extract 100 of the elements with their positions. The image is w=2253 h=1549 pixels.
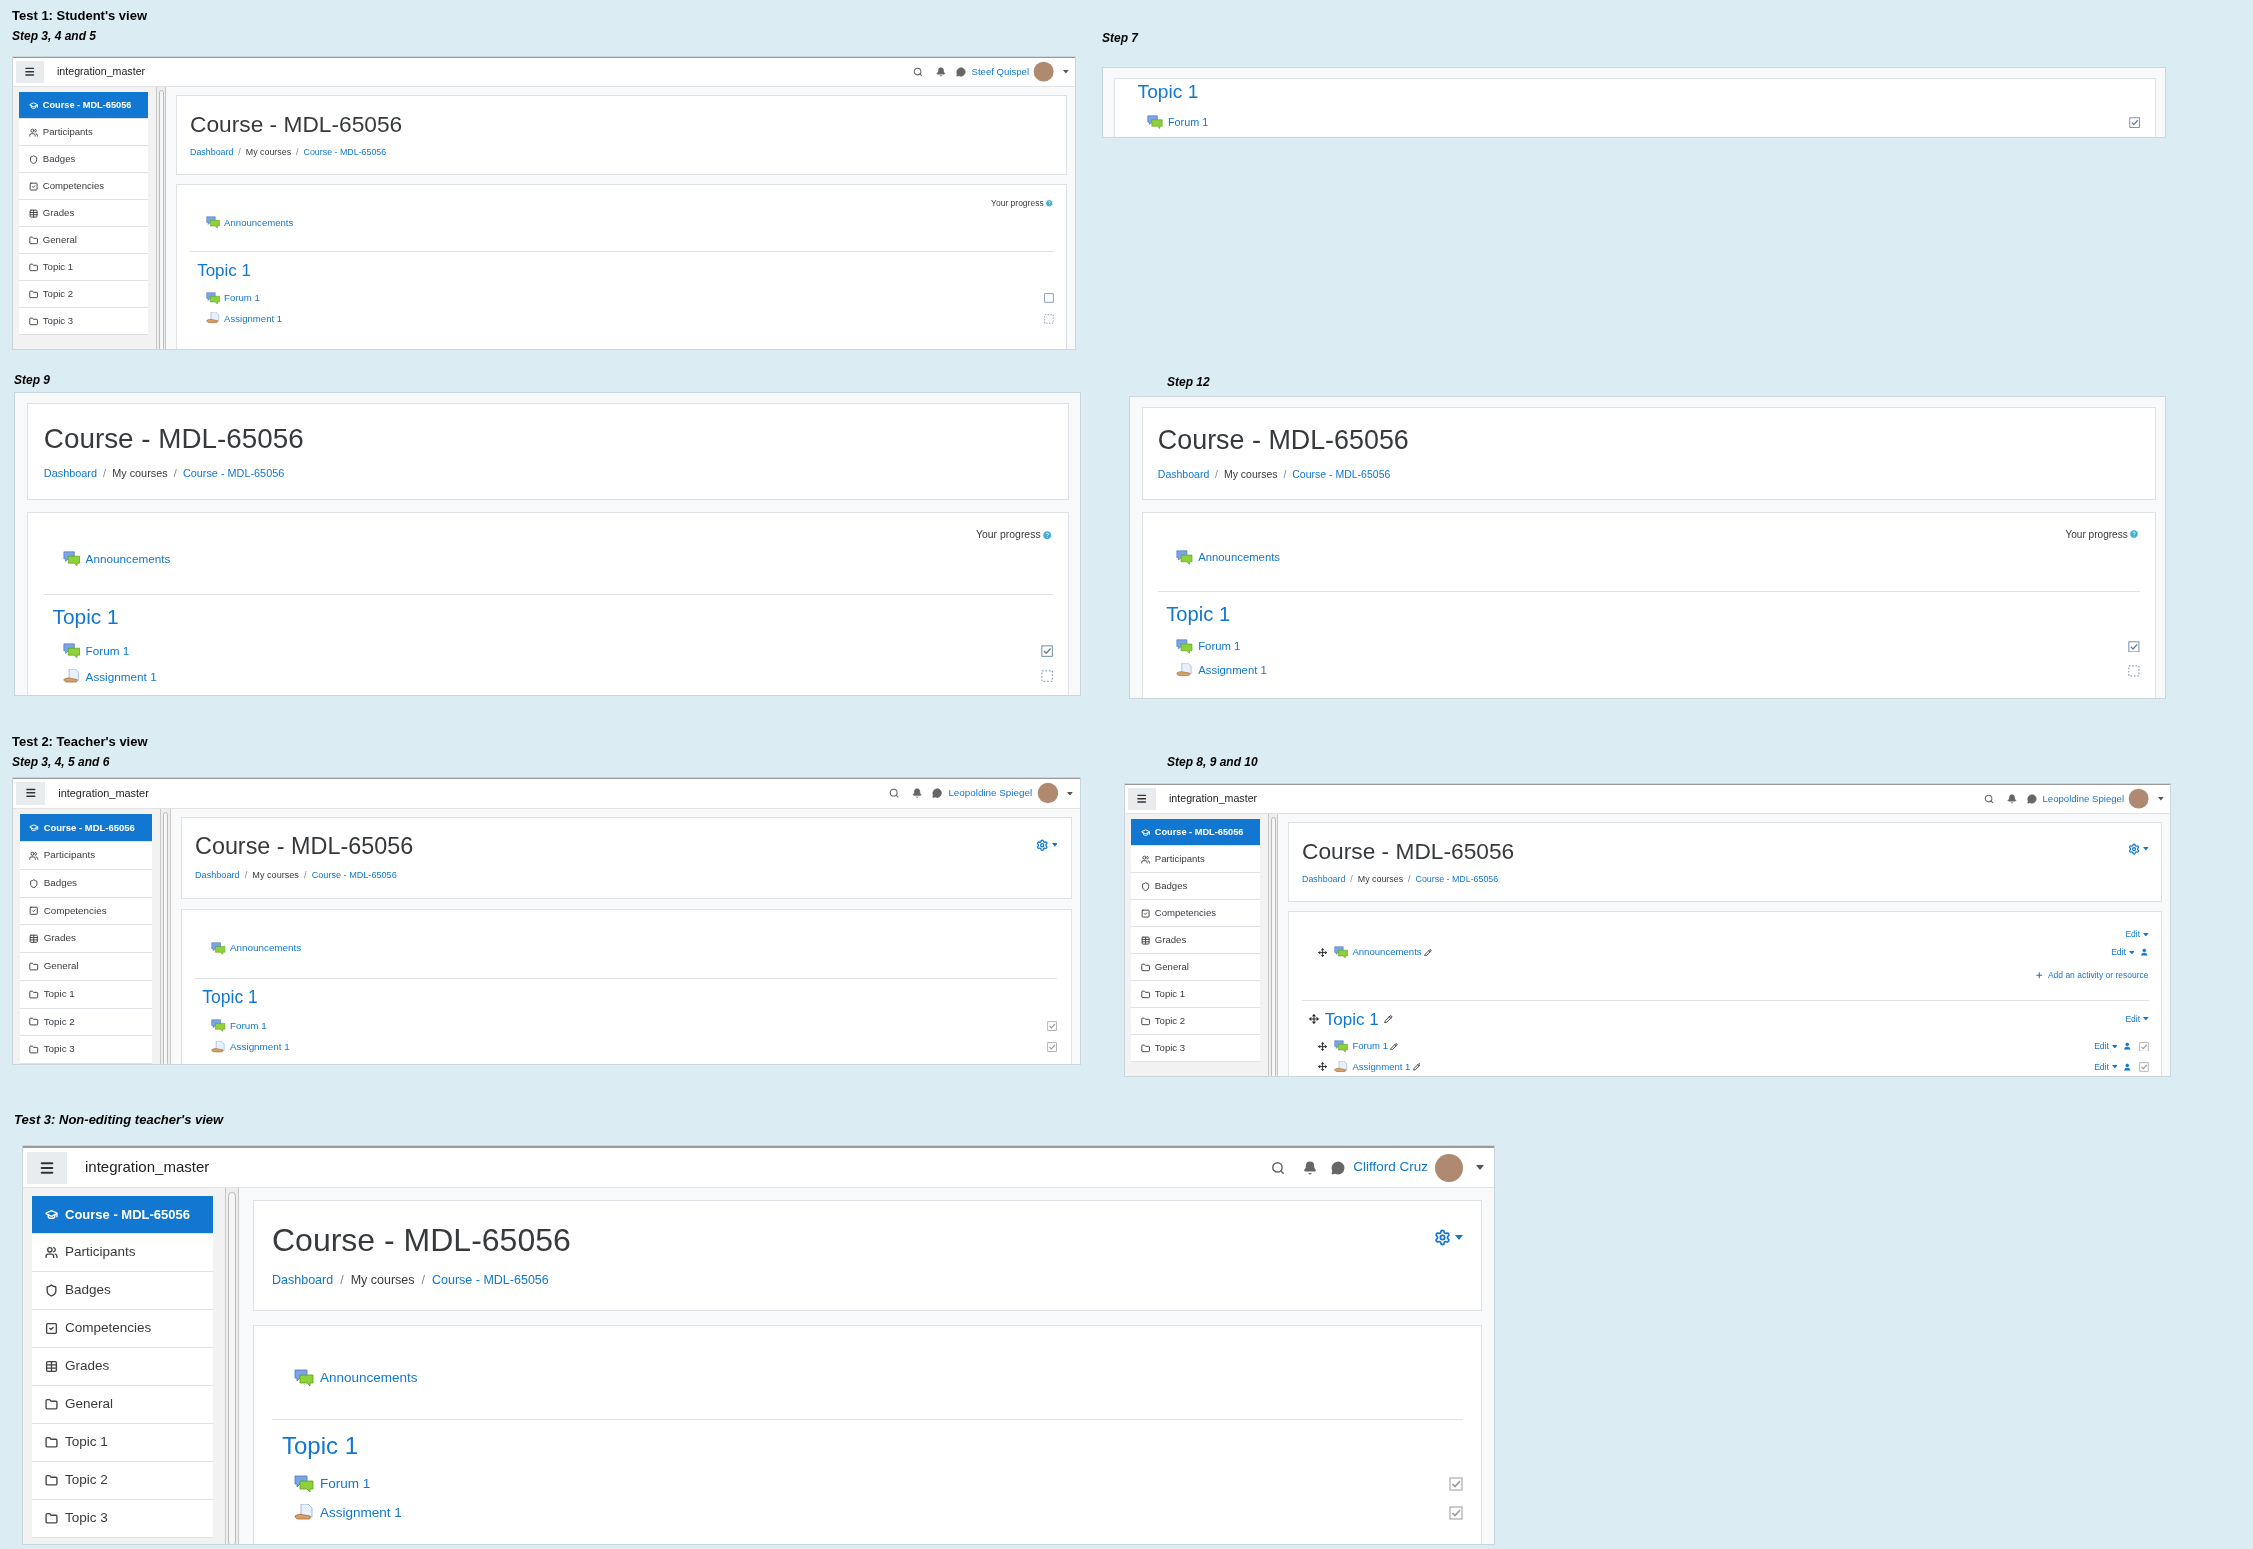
sidebar-item[interactable]: Topic 1: [1131, 981, 1260, 1009]
menu-button[interactable]: [1127, 787, 1157, 811]
activity-link[interactable]: Announcements: [320, 1368, 418, 1389]
sidebar-item[interactable]: Topic 3: [1131, 1035, 1260, 1063]
edit-menu[interactable]: Edit: [2094, 1042, 2118, 1051]
user-name[interactable]: Leopoldine Spiegel: [948, 785, 1033, 801]
breadcrumb-link[interactable]: Dashboard: [1157, 466, 1210, 483]
breadcrumb-link[interactable]: Course - MDL-65056: [432, 1271, 549, 1290]
activity-link[interactable]: Forum 1: [1198, 637, 1241, 655]
sidebar-item[interactable]: Course - MDL-65056: [1131, 819, 1260, 847]
completion-checkbox[interactable]: [2127, 640, 2140, 653]
activity-link[interactable]: Announcements: [230, 940, 302, 956]
chat-icon[interactable]: [2026, 793, 2037, 804]
edit-menu[interactable]: Edit: [2111, 948, 2135, 957]
activity-link[interactable]: Assignment 1: [1198, 662, 1267, 680]
sidebar-item[interactable]: Badges: [19, 146, 148, 174]
section-title[interactable]: Topic 1: [1324, 1010, 1379, 1028]
sidebar-item[interactable]: General: [19, 227, 148, 255]
avatar-icon[interactable]: [1036, 782, 1059, 805]
completion-checkbox[interactable]: [2129, 116, 2141, 128]
activity-link[interactable]: Announcements: [224, 215, 294, 230]
activity-link[interactable]: Assignment 1: [230, 1039, 290, 1055]
section-title[interactable]: Topic 1: [202, 989, 258, 1007]
chat-icon[interactable]: [1331, 1160, 1346, 1175]
help-icon[interactable]: [2129, 529, 2140, 540]
sidebar-item[interactable]: Grades: [32, 1348, 213, 1386]
sidebar-item[interactable]: Topic 2: [19, 1008, 152, 1037]
activity-link[interactable]: Forum 1: [224, 291, 260, 306]
breadcrumb-link[interactable]: Course - MDL-65056: [182, 465, 285, 482]
site-name[interactable]: integration_master: [1169, 790, 1258, 807]
user-name[interactable]: Steef Quispel: [971, 64, 1030, 80]
help-icon[interactable]: [1042, 529, 1053, 541]
scrollbar[interactable]: [156, 86, 167, 349]
activity-link[interactable]: Forum 1: [1352, 1039, 1389, 1054]
sidebar-item[interactable]: Participants: [32, 1234, 213, 1272]
sidebar-item[interactable]: Topic 1: [32, 1424, 213, 1462]
breadcrumb-link[interactable]: Course - MDL-65056: [311, 869, 397, 884]
activity-link[interactable]: Assignment 1: [85, 667, 157, 686]
sidebar-item[interactable]: Competencies: [1131, 900, 1260, 928]
section-title[interactable]: Topic 1: [197, 262, 252, 280]
completion-checkbox[interactable]: [1043, 293, 1054, 304]
sidebar-item[interactable]: Course - MDL-65056: [19, 814, 152, 843]
sidebar-item[interactable]: Competencies: [19, 173, 148, 201]
sidebar-item[interactable]: Topic 2: [1131, 1008, 1260, 1036]
breadcrumb-link[interactable]: Dashboard: [195, 869, 240, 884]
menu-button[interactable]: [27, 1151, 67, 1184]
activity-link[interactable]: Forum 1: [85, 642, 130, 660]
help-icon[interactable]: [1045, 198, 1054, 208]
sidebar-item[interactable]: Topic 2: [32, 1462, 213, 1500]
menu-button[interactable]: [15, 60, 45, 84]
breadcrumb-link[interactable]: Dashboard: [1302, 873, 1346, 887]
avatar-icon[interactable]: [2128, 788, 2150, 810]
sidebar-item[interactable]: Topic 2: [19, 281, 148, 309]
sidebar-item[interactable]: Badges: [19, 869, 152, 898]
sidebar-item[interactable]: Topic 3: [32, 1500, 213, 1538]
completion-checkbox[interactable]: [1043, 313, 1054, 324]
scrollbar[interactable]: [1268, 813, 1279, 1076]
completion-checkbox[interactable]: [1040, 645, 1053, 658]
section-title[interactable]: Topic 1: [282, 1433, 359, 1458]
activity-link[interactable]: Announcements: [1352, 945, 1422, 960]
sidebar-item[interactable]: Competencies: [19, 897, 152, 926]
sidebar-item[interactable]: Participants: [19, 842, 152, 870]
breadcrumb-link[interactable]: Course - MDL-65056: [303, 146, 387, 160]
activity-link[interactable]: Forum 1: [230, 1018, 267, 1034]
scrollbar[interactable]: [160, 808, 171, 1064]
sidebar-item[interactable]: Participants: [1131, 846, 1260, 874]
user-name[interactable]: Clifford Cruz: [1353, 1157, 1428, 1178]
activity-link[interactable]: Announcements: [1198, 548, 1281, 566]
sidebar-item[interactable]: General: [1131, 954, 1260, 982]
sidebar-item[interactable]: Topic 1: [19, 254, 148, 282]
sidebar-item[interactable]: Course - MDL-65056: [32, 1196, 213, 1234]
sidebar-item[interactable]: Topic 3: [19, 1036, 152, 1064]
site-name[interactable]: integration_master: [58, 785, 149, 802]
person-icon[interactable]: [2123, 1042, 2132, 1051]
section-title[interactable]: Topic 1: [1166, 604, 1231, 625]
breadcrumb-link[interactable]: Dashboard: [190, 146, 234, 160]
sidebar-item[interactable]: Competencies: [32, 1310, 213, 1348]
chat-icon[interactable]: [932, 788, 943, 799]
section-title[interactable]: Topic 1: [52, 607, 119, 629]
user-name[interactable]: Leopoldine Spiegel: [2042, 791, 2124, 807]
sidebar-item[interactable]: Course - MDL-65056: [19, 92, 148, 120]
edit-menu[interactable]: Edit: [2125, 930, 2149, 939]
activity-link[interactable]: Forum 1: [320, 1474, 371, 1495]
sidebar-item[interactable]: Topic 3: [19, 308, 148, 336]
breadcrumb-link[interactable]: Course - MDL-65056: [1415, 873, 1499, 887]
scrollbar[interactable]: [225, 1188, 239, 1544]
sidebar-item[interactable]: Badges: [1131, 873, 1260, 901]
activity-link[interactable]: Assignment 1: [224, 311, 283, 326]
menu-button[interactable]: [15, 781, 46, 805]
sidebar-item[interactable]: Topic 1: [19, 980, 152, 1009]
sidebar-item[interactable]: Badges: [32, 1272, 213, 1310]
sidebar-item[interactable]: Grades: [1131, 927, 1260, 955]
completion-checkbox[interactable]: [2127, 664, 2140, 677]
sidebar-item[interactable]: General: [19, 953, 152, 981]
breadcrumb-link[interactable]: Dashboard: [272, 1271, 334, 1290]
search-icon[interactable]: [1271, 1160, 1286, 1175]
site-name[interactable]: integration_master: [57, 63, 146, 80]
edit-menu[interactable]: Edit: [2125, 1014, 2149, 1024]
activity-link[interactable]: Assignment 1: [320, 1503, 402, 1524]
person-icon[interactable]: [2123, 1062, 2132, 1072]
